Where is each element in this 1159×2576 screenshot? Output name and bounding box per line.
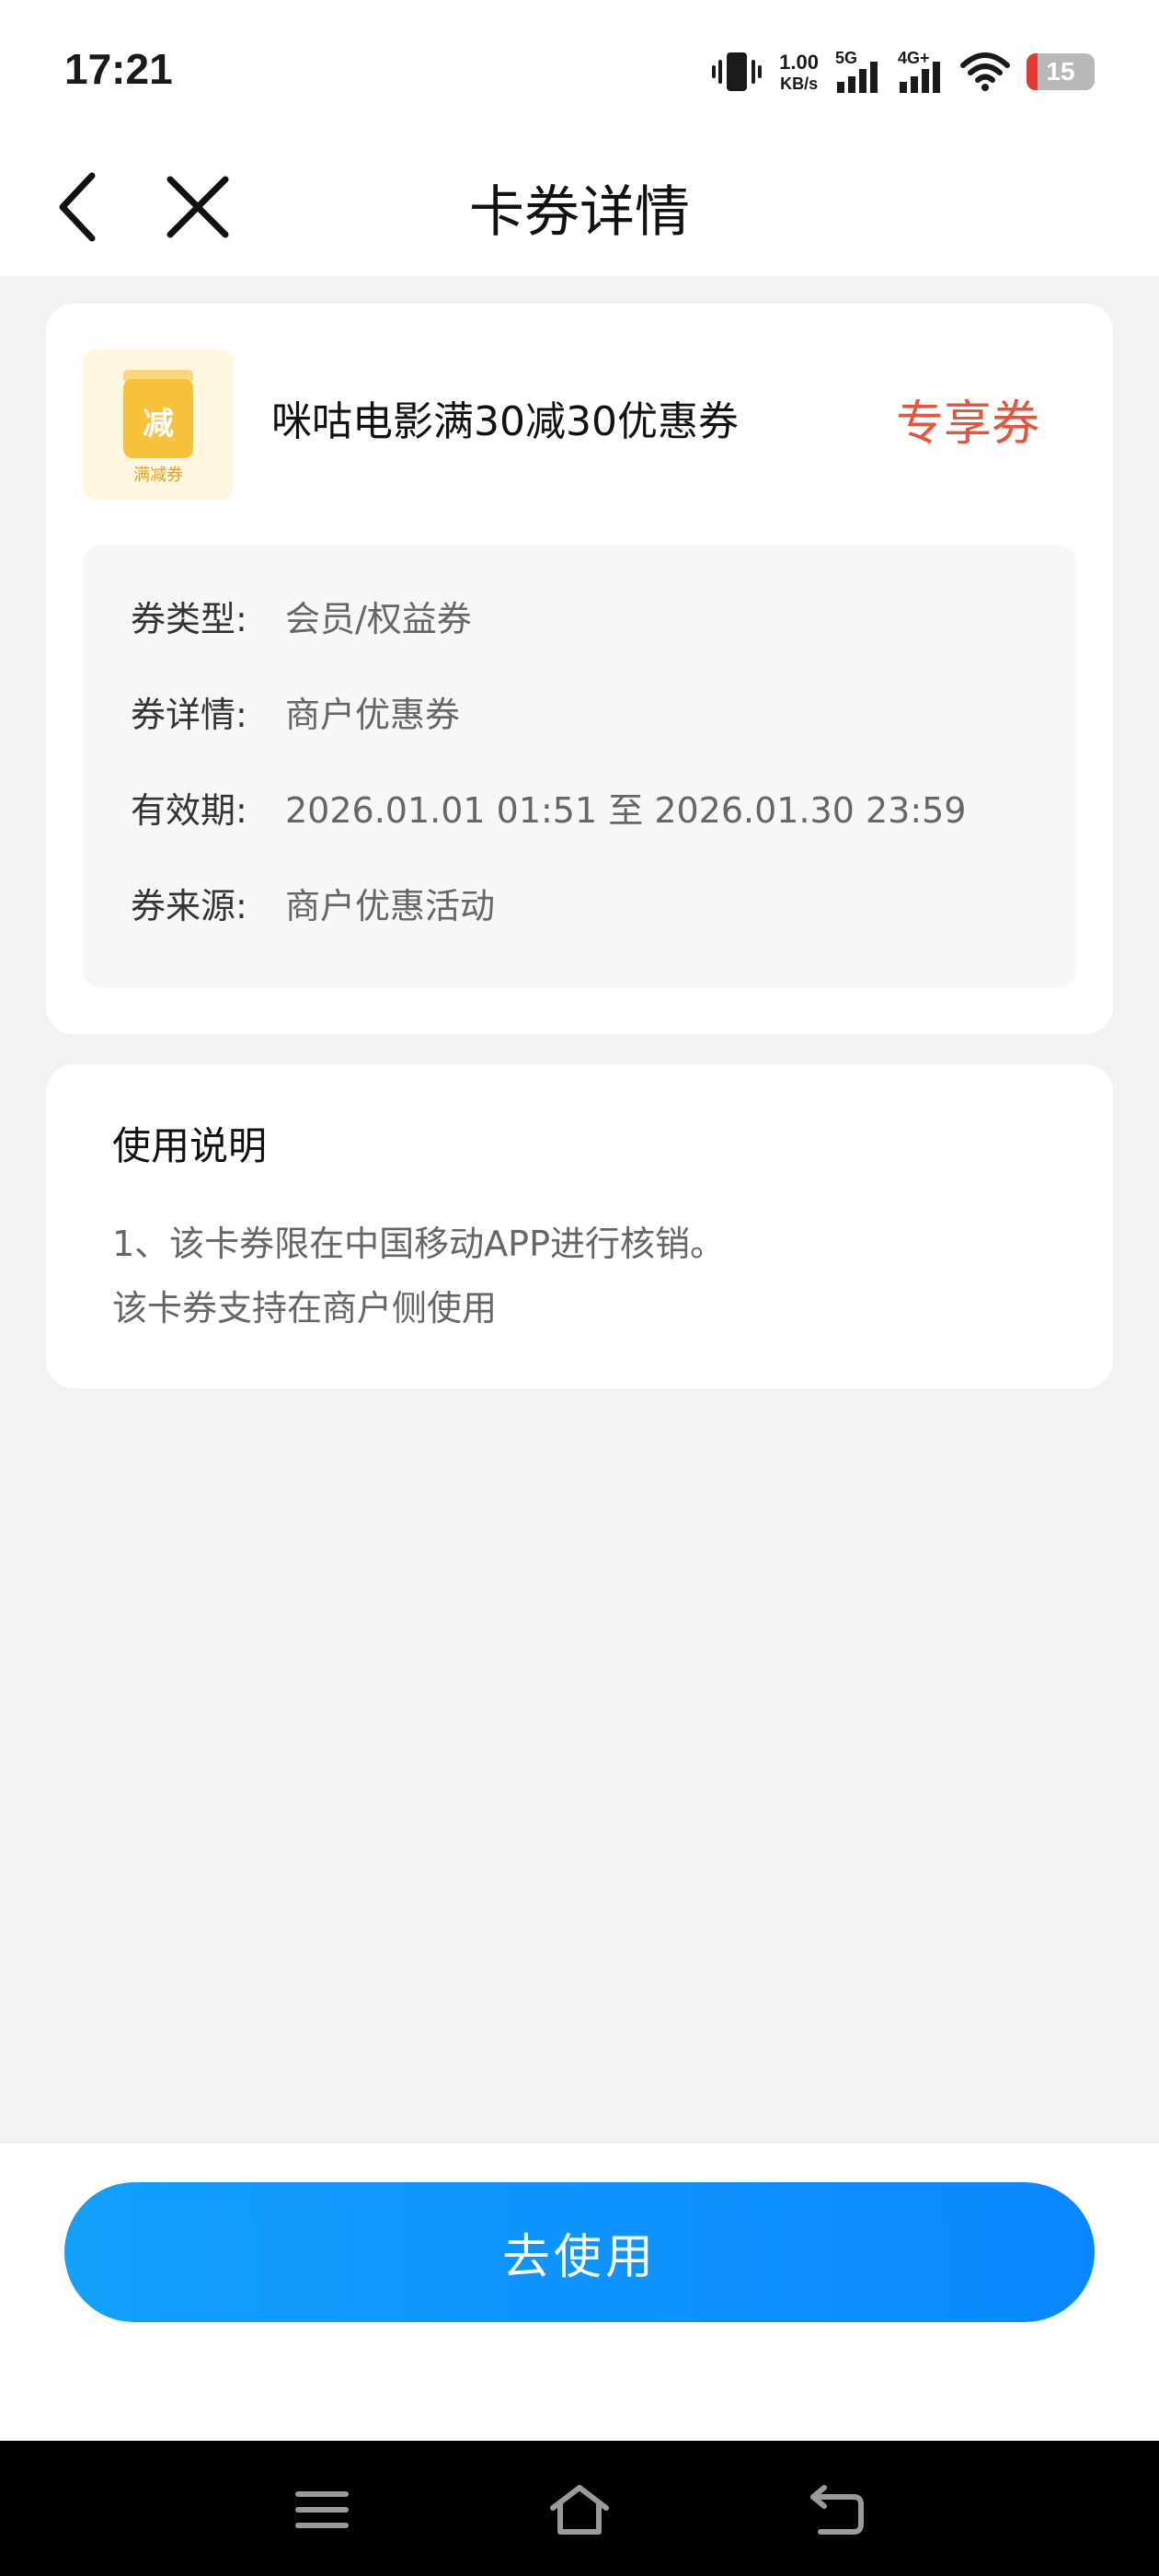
coupon-card: 减 满减券 咪咕电影满30减30优惠券 专享券 券类型: 会员/权益券 券详情:… xyxy=(46,304,1113,1034)
info-row-detail: 券详情: 商户优惠券 xyxy=(83,686,1076,782)
usage-title: 使用说明 xyxy=(112,1123,268,1168)
menu-icon xyxy=(295,2491,349,2528)
info-value: 商户优惠券 xyxy=(285,695,461,735)
info-value: 商户优惠活动 xyxy=(285,886,496,926)
usage-card: 使用说明 1、该卡券限在中国移动APP进行核销。 该卡券支持在商户侧使用 xyxy=(46,1064,1113,1388)
info-label: 券详情: xyxy=(131,695,247,735)
info-label: 券来源: xyxy=(131,886,247,926)
use-coupon-button[interactable]: 去使用 xyxy=(64,2182,1095,2322)
info-label: 券类型: xyxy=(131,599,247,639)
page-title: 卡券详情 xyxy=(469,180,690,245)
menu-button[interactable] xyxy=(285,2478,359,2542)
status-time: 17:21 xyxy=(64,45,173,93)
info-row-type: 券类型: 会员/权益券 xyxy=(83,591,1076,686)
info-value: 2026.01.01 01:51 至 2026.01.30 23:59 xyxy=(285,790,967,831)
usage-line: 1、该卡券限在中国移动APP进行核销。 xyxy=(112,1224,726,1264)
info-row-validity: 有效期: 2026.01.01 01:51 至 2026.01.30 23:59 xyxy=(83,782,1076,878)
back-system-button[interactable] xyxy=(800,2478,874,2542)
usage-line: 该卡券支持在商户侧使用 xyxy=(112,1288,498,1328)
info-label: 有效期: xyxy=(131,790,247,831)
battery-level: 15 xyxy=(1046,57,1075,86)
wifi-icon xyxy=(960,52,1010,91)
nav-bar: 卡券详情 xyxy=(0,138,1159,276)
bottom-action-area: 去使用 xyxy=(0,2144,1159,2441)
home-icon xyxy=(550,2485,609,2535)
status-bar: 17:21 1.00 KB/s 5G 4G+ 15 xyxy=(0,0,1159,138)
status-icons: 1.00 KB/s 5G 4G+ 15 xyxy=(711,46,1095,98)
network-speed-value: 1.00 xyxy=(779,50,819,74)
network-speed: 1.00 KB/s xyxy=(779,52,819,92)
system-nav-bar xyxy=(0,2441,1159,2576)
info-row-source: 券来源: 商户优惠活动 xyxy=(83,878,1076,973)
vibrate-icon xyxy=(712,52,763,91)
signal-sim2-icon: 4G+ xyxy=(898,49,944,95)
coupon-icon-caption: 满减券 xyxy=(133,466,183,485)
coupon-type-icon: 减 满减券 xyxy=(83,350,234,500)
info-value: 会员/权益券 xyxy=(285,599,472,639)
return-icon xyxy=(810,2485,864,2535)
coupon-info-box: 券类型: 会员/权益券 券详情: 商户优惠券 有效期: 2026.01.01 0… xyxy=(83,545,1076,988)
coupon-icon-char: 减 xyxy=(143,406,174,443)
exclusive-tag: 专享券 xyxy=(895,397,1039,452)
coupon-name: 咪咕电影满30减30优惠券 xyxy=(271,398,739,445)
network-speed-unit: KB/s xyxy=(780,74,819,93)
signal-sim1-icon: 5G xyxy=(835,49,881,95)
home-button[interactable] xyxy=(543,2478,616,2542)
battery-icon: 15 xyxy=(1027,53,1095,90)
